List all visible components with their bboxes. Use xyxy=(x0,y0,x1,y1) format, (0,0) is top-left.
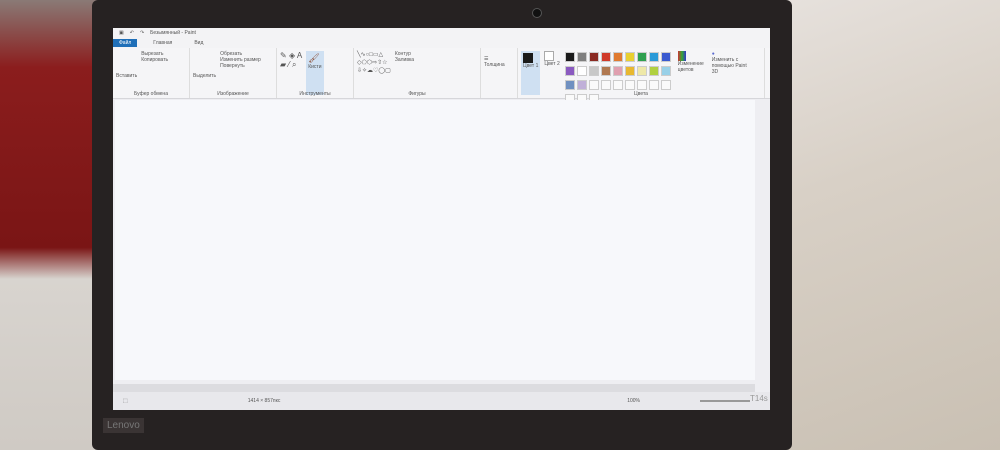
ribbon: Вставить Вырезать Копировать Буфер обмена… xyxy=(113,48,770,104)
edit-colors-label: Изменение цветов xyxy=(677,61,704,73)
drawing-canvas[interactable] xyxy=(115,100,755,380)
color-swatch[interactable] xyxy=(612,66,623,76)
empty-swatch[interactable] xyxy=(612,80,623,90)
magnifier-icon[interactable]: ⌕ xyxy=(292,60,296,69)
color1-label: Цвет 1 xyxy=(523,63,539,69)
color-swatch[interactable] xyxy=(600,52,611,62)
paint3d-label: Изменить с помощью Paint 3D xyxy=(711,57,747,75)
lenovo-logo: Lenovo xyxy=(103,418,144,433)
picker-icon[interactable]: ⁄ xyxy=(288,60,289,69)
tab-home[interactable]: Главная xyxy=(147,39,178,47)
colors-group: Цвет 1 Цвет 2 Изменение цветов ● Изменить… xyxy=(518,48,765,104)
color-swatch[interactable] xyxy=(636,52,647,62)
window-title: Безымянный - Paint xyxy=(150,30,196,36)
color-swatch[interactable] xyxy=(648,66,659,76)
empty-swatch[interactable] xyxy=(648,80,659,90)
fill-button[interactable]: Заливка xyxy=(395,57,414,63)
copy-button[interactable]: Копировать xyxy=(141,57,168,63)
paint3d-button[interactable]: ● Изменить с помощью Paint 3D xyxy=(712,51,752,95)
text-icon[interactable]: A xyxy=(297,51,302,60)
shapes-gallery[interactable]: ╲∿○□▭△ ◇⬠⬡⇨⇧☆ ⇩✧☁♡◯▢ xyxy=(357,51,391,95)
color-swatch[interactable] xyxy=(600,66,611,76)
image-group: Выделить Обрезать Изменить размер Повернут… xyxy=(190,48,277,98)
group-label: Фигуры xyxy=(408,91,426,97)
color-swatch[interactable] xyxy=(660,52,671,62)
brushes-button[interactable]: 🖌 Кисти xyxy=(306,51,324,95)
color-swatch[interactable] xyxy=(588,52,599,62)
color-swatch[interactable] xyxy=(624,66,635,76)
color-swatch[interactable] xyxy=(564,66,575,76)
tab-view[interactable]: Вид xyxy=(188,39,209,47)
color-swatch[interactable] xyxy=(624,52,635,62)
color1-button[interactable]: Цвет 1 xyxy=(521,51,541,95)
edit-colors-button[interactable]: Изменение цветов xyxy=(677,51,708,95)
color-swatch[interactable] xyxy=(576,80,587,90)
empty-swatch[interactable] xyxy=(588,80,599,90)
size-label: Толщина xyxy=(484,62,505,68)
tab-file[interactable]: Файл xyxy=(113,39,138,47)
quick-access-bar: ▣ ↶ ↷ Безымянный - Paint xyxy=(113,28,770,38)
size-button[interactable]: ☰ Толщина xyxy=(481,48,518,98)
color-swatch[interactable] xyxy=(612,52,623,62)
color-swatch[interactable] xyxy=(588,66,599,76)
pencil-icon[interactable]: ✎ xyxy=(280,51,287,60)
selection-icon: ⬚ xyxy=(123,398,128,404)
redo-icon[interactable]: ↷ xyxy=(140,30,144,36)
zoom-slider[interactable] xyxy=(700,400,750,402)
group-label: Изображение xyxy=(217,91,249,97)
model-label: T14s xyxy=(750,394,768,403)
empty-swatch[interactable] xyxy=(624,80,635,90)
color-palette xyxy=(564,51,674,104)
color2-button[interactable]: Цвет 2 xyxy=(544,51,560,95)
color-swatch[interactable] xyxy=(564,80,575,90)
brushes-label: Кисти xyxy=(308,64,322,70)
group-label: Цвета xyxy=(634,91,648,97)
group-label: Буфер обмена xyxy=(134,91,168,97)
color-swatch[interactable] xyxy=(576,66,587,76)
zoom-level: 100% xyxy=(627,398,640,404)
shapes-group: ╲∿○□▭△ ◇⬠⬡⇨⇧☆ ⇩✧☁♡◯▢ Контур Заливка Фигуры xyxy=(354,48,481,98)
eraser-icon[interactable]: ▰ xyxy=(280,60,286,69)
group-label: Инструменты xyxy=(299,91,331,97)
tools-group: ✎ ◈ A ▰ ⁄ ⌕ 🖌 Кисти Инструменты xyxy=(277,48,354,98)
color-swatch[interactable] xyxy=(576,52,587,62)
horizontal-scrollbar[interactable] xyxy=(113,384,755,392)
undo-icon[interactable]: ↶ xyxy=(130,30,134,36)
color-swatch[interactable] xyxy=(636,66,647,76)
color-swatch[interactable] xyxy=(648,52,659,62)
webcam xyxy=(532,8,542,18)
empty-swatch[interactable] xyxy=(660,80,671,90)
rotate-button[interactable]: Повернуть xyxy=(220,63,261,69)
ribbon-tabs: Файл Главная Вид xyxy=(113,38,770,48)
empty-swatch[interactable] xyxy=(636,80,647,90)
brush-icon: 🖌 xyxy=(308,53,320,63)
canvas-size: 1414 × 857пкс xyxy=(247,398,281,404)
color2-label: Цвет 2 xyxy=(544,61,560,67)
empty-swatch[interactable] xyxy=(600,80,611,90)
clipboard-group: Вставить Вырезать Копировать Буфер обмена xyxy=(113,48,190,98)
fill-icon[interactable]: ◈ xyxy=(289,51,295,60)
status-bar: ⬚ 1414 × 857пкс 100% xyxy=(113,392,770,410)
save-icon[interactable]: ▣ xyxy=(119,30,124,36)
paint-window: ▣ ↶ ↷ Безымянный - Paint Файл Главная Вид … xyxy=(113,28,770,410)
color-swatch[interactable] xyxy=(660,66,671,76)
color-swatch[interactable] xyxy=(564,52,575,62)
